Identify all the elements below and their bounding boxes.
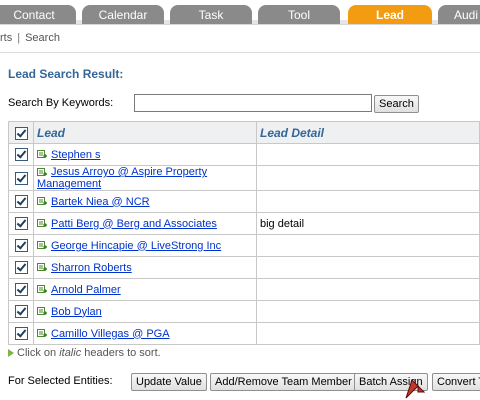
tab-audi[interactable]: Audi [438,5,480,24]
lead-detail-cell [256,165,480,191]
lead-record-icon [37,263,47,272]
row-checkbox[interactable] [14,217,28,230]
table-row: Sharron Roberts [8,256,480,279]
table-header-row: Lead Lead Detail [8,121,480,144]
tab-tool[interactable]: Tool [258,5,340,24]
row-checkbox-cell [8,234,34,257]
lead-record-icon [37,167,47,176]
lead-link[interactable]: Arnold Palmer [51,284,121,296]
table-row: Bob Dylan [8,300,480,323]
breadcrumb-separator: | [17,32,21,44]
lead-detail-cell [256,300,480,323]
row-checkbox[interactable] [14,239,28,252]
lead-detail-cell [256,143,480,166]
table-row: Camillo Villegas @ PGA [8,322,480,345]
tab-calendar[interactable]: Calendar [82,5,164,24]
row-checkbox-cell [8,256,34,279]
lead-record-icon [37,197,47,206]
column-header-lead-detail[interactable]: Lead Detail [256,121,480,144]
table-row: George Hincapie @ LiveStrong Inc [8,234,480,257]
lead-detail-cell: big detail [256,212,480,235]
row-checkbox[interactable] [14,148,28,161]
table-row: Patti Berg @ Berg and Associates big det… [8,212,480,235]
hint-arrow-icon [8,349,14,358]
convert-button[interactable]: Convert T [432,373,480,391]
row-checkbox[interactable] [14,283,28,296]
table-row: Jesus Arroyo @ Aspire Property Managemen… [8,165,480,191]
search-label: Search By Keywords: [8,97,114,109]
row-checkbox[interactable] [14,327,28,340]
tab-bar: Contact Calendar Task Tool Lead Audi [0,0,480,25]
sort-hint: Click on italic headers to sort. [8,347,161,359]
row-checkbox-cell [8,322,34,345]
lead-record-icon [37,329,47,338]
lead-record-icon [37,285,47,294]
lead-record-icon [37,241,47,250]
lead-cell: Arnold Palmer [33,278,257,301]
row-checkbox[interactable] [14,171,28,185]
lead-record-icon [37,219,47,228]
row-checkbox[interactable] [14,195,28,208]
hint-italic: italic [59,347,82,359]
table-row: Bartek Niea @ NCR [8,190,480,213]
lead-cell: Patti Berg @ Berg and Associates [33,212,257,235]
lead-link[interactable]: Bob Dylan [51,306,102,318]
row-checkbox-cell [8,300,34,323]
lead-detail-cell [256,278,480,301]
row-checkbox-cell [8,212,34,235]
lead-link[interactable]: Patti Berg @ Berg and Associates [51,218,217,230]
tab-lead[interactable]: Lead [348,5,432,24]
row-checkbox-cell [8,190,34,213]
row-checkbox-cell [8,278,34,301]
lead-detail-cell [256,256,480,279]
lead-cell: Sharron Roberts [33,256,257,279]
select-all-checkbox[interactable] [14,126,28,140]
breadcrumb: rts | Search [0,32,60,44]
row-checkbox-cell [8,165,34,191]
lead-link[interactable]: Bartek Niea @ NCR [51,196,150,208]
hint-suffix: headers to sort. [81,347,161,359]
table-row: Arnold Palmer [8,278,480,301]
update-value-button[interactable]: Update Value [131,373,207,391]
divider [0,52,480,53]
search-button[interactable]: Search [374,95,419,113]
lead-cell: Camillo Villegas @ PGA [33,322,257,345]
lead-detail-cell [256,190,480,213]
lead-record-icon [37,150,47,159]
lead-link[interactable]: Stephen s [51,149,101,161]
column-header-lead[interactable]: Lead [33,121,257,144]
lead-link[interactable]: Sharron Roberts [51,262,132,274]
lead-record-icon [37,307,47,316]
selected-entities-label: For Selected Entities: [8,375,113,387]
select-all-cell [8,121,34,144]
breadcrumb-current: Search [25,32,60,44]
lead-detail-cell [256,234,480,257]
lead-cell: Bob Dylan [33,300,257,323]
row-checkbox[interactable] [14,305,28,318]
table-row: Stephen s [8,143,480,166]
lead-cell: Jesus Arroyo @ Aspire Property Managemen… [33,165,257,191]
table-body: Stephen s Jesus Arroyo @ Aspire Property… [8,143,480,345]
search-input[interactable] [134,94,372,112]
lead-link[interactable]: George Hincapie @ LiveStrong Inc [51,240,221,252]
mouse-cursor-icon [405,380,426,399]
tab-task[interactable]: Task [170,5,252,24]
lead-link[interactable]: Jesus Arroyo @ Aspire Property Managemen… [37,166,207,190]
hint-prefix: Click on [17,347,60,359]
row-checkbox[interactable] [14,261,28,274]
lead-cell: Bartek Niea @ NCR [33,190,257,213]
page-title: Lead Search Result: [8,67,124,81]
breadcrumb-previous[interactable]: rts [0,32,12,44]
lead-cell: George Hincapie @ LiveStrong Inc [33,234,257,257]
add-remove-team-member-button[interactable]: Add/Remove Team Member [210,373,357,391]
tab-contact[interactable]: Contact [0,5,76,24]
lead-cell: Stephen s [33,143,257,166]
lead-link[interactable]: Camillo Villegas @ PGA [51,328,170,340]
lead-detail-cell [256,322,480,345]
results-table: Lead Lead Detail Stephen s Jesus Arroyo … [8,121,480,345]
row-checkbox-cell [8,143,34,166]
